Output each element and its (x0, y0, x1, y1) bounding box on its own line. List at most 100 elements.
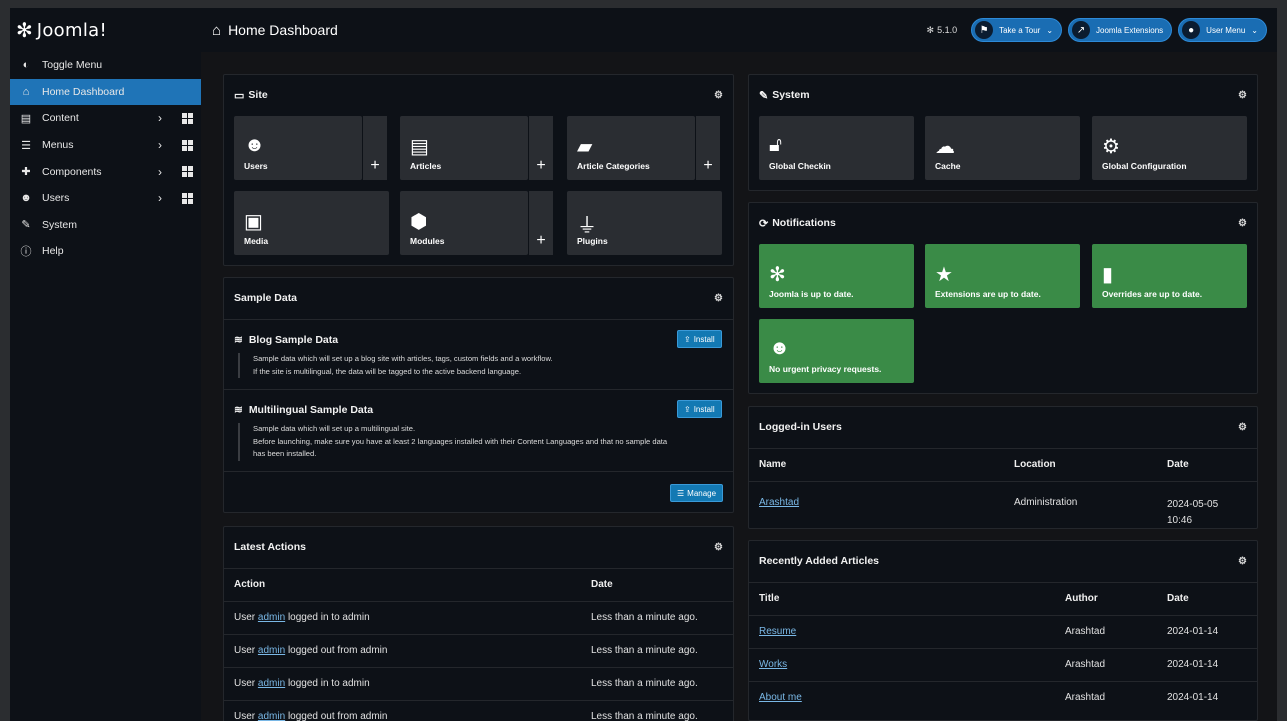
gear-icon[interactable]: ⚙ (1238, 556, 1247, 567)
dashboard-grid-icon[interactable] (182, 192, 193, 204)
dashboard-grid-icon[interactable] (182, 166, 193, 178)
desc-line: If the site is multilingual, the data wi… (253, 366, 522, 376)
tile-modules[interactable]: ⬢ Modules (400, 191, 528, 255)
logged-in-title: Logged-in Users (759, 421, 842, 433)
toggle-icon: ◐ (22, 59, 30, 72)
user-name-link[interactable]: Arashtad (759, 497, 799, 508)
chevron-right-icon[interactable]: › (158, 111, 172, 125)
extensions-label: Joomla Extensions (1096, 25, 1164, 35)
joomla-logo[interactable]: ✻ Joomla! (10, 18, 200, 43)
tile-cache[interactable]: ☁ Cache (925, 116, 1080, 180)
add-module-button[interactable]: + (529, 191, 553, 255)
article-author: Arashtad (1065, 626, 1106, 637)
sidebar-item-toggle-menu[interactable]: ◐ Toggle Menu (10, 52, 201, 79)
sidebar-item-home-dashboard[interactable]: ⌂ Home Dashboard (10, 78, 201, 106)
article-date: 2024-01-14 (1167, 626, 1219, 637)
users-icon: ☻ (244, 134, 266, 156)
user-link[interactable]: admin (258, 711, 285, 721)
sidebar: ◐ Toggle Menu ⌂ Home Dashboard ▤ Content… (10, 52, 201, 721)
tile-global-checkin[interactable]: 🔓︎ Global Checkin (759, 116, 914, 180)
tile-media[interactable]: ▣ Media (234, 191, 389, 255)
sample-data-header: Sample Data ⚙ (224, 278, 733, 318)
sidebar-item-users[interactable]: ☻ Users › (10, 185, 201, 212)
article-link[interactable]: Resume (759, 626, 796, 637)
sample-item-multilingual: ≋ Multilingual Sample Data ⇪ Install Sam… (224, 389, 733, 471)
add-article-button[interactable]: + (529, 116, 553, 180)
window-frame-top (0, 0, 1287, 8)
sample-item-description: Sample data which will set up a multilin… (238, 423, 718, 461)
tile-label: Users (244, 161, 268, 171)
image-icon: ▣ (244, 211, 263, 233)
table-header: Name Location Date (749, 448, 1257, 481)
sidebar-item-system[interactable]: ✎ System (10, 212, 201, 239)
users-icon: ☻ (20, 192, 32, 205)
gear-icon[interactable]: ⚙ (1238, 422, 1247, 433)
add-user-button[interactable]: + (363, 116, 387, 180)
notifications-panel: ⟳ Notifications ⚙ ✻ Joomla is up to date… (748, 202, 1258, 394)
recent-articles-panel: Recently Added Articles ⚙ Title Author D… (748, 540, 1258, 721)
desktop-icon: ▭ (234, 89, 245, 102)
user-link[interactable]: admin (258, 645, 285, 656)
joomla-extensions-button[interactable]: ↗ Joomla Extensions (1068, 18, 1173, 42)
action-date: Less than a minute ago. (591, 711, 698, 721)
dashboard-grid-icon[interactable] (182, 139, 193, 151)
tile-label: Global Configuration (1102, 161, 1187, 171)
tile-articles[interactable]: ▤ Articles (400, 116, 528, 180)
sidebar-item-help[interactable]: ⓘ Help (10, 238, 201, 265)
user-menu-label: User Menu (1206, 25, 1246, 35)
page-scrollbar[interactable] (1277, 52, 1287, 721)
chevron-right-icon[interactable]: › (158, 165, 172, 179)
sample-item-blog: ≋ Blog Sample Data ⇪ Install Sample data… (224, 319, 733, 389)
notification-extensions-updated[interactable]: ★ Extensions are up to date. (925, 244, 1080, 308)
header-actions: ✻ 5.1.0 ⚑ Take a Tour ⌄ ↗ Joomla Extensi… (927, 18, 1277, 42)
sidebar-item-components[interactable]: ✚ Components › (10, 158, 201, 185)
notification-joomla-updated[interactable]: ✻ Joomla is up to date. (759, 244, 914, 308)
add-category-button[interactable]: + (696, 116, 720, 180)
chevron-right-icon[interactable]: › (158, 191, 172, 205)
star-icon: ★ (935, 264, 953, 286)
tile-label: Articles (410, 161, 442, 171)
notification-privacy-requests[interactable]: ☻ No urgent privacy requests. (759, 319, 914, 383)
gear-icon[interactable]: ⚙ (714, 542, 723, 553)
sample-item-title: ≋ Blog Sample Data (234, 334, 338, 346)
table-row: User admin logged out from admin Less th… (224, 700, 733, 721)
take-tour-button[interactable]: ⚑ Take a Tour ⌄ (971, 18, 1063, 42)
gear-icon[interactable]: ⚙ (714, 293, 723, 304)
tile-label: No urgent privacy requests. (769, 364, 882, 374)
tile-global-configuration[interactable]: ⚙ Global Configuration (1092, 116, 1247, 180)
user-link[interactable]: admin (258, 612, 285, 623)
site-title: Site (248, 89, 268, 101)
sidebar-item-content[interactable]: ▤ Content › (10, 105, 201, 132)
sample-item-description: Sample data which will set up a blog sit… (238, 353, 718, 378)
main-content: ▭ Site ⚙ ☻ Users + ▤ Articles + ▰ Articl… (201, 52, 1277, 721)
article-link[interactable]: Works (759, 659, 787, 670)
manage-button[interactable]: ☰ Manage (670, 484, 724, 502)
user-menu-button[interactable]: ● User Menu ⌄ (1178, 18, 1267, 42)
chevron-right-icon[interactable]: › (158, 138, 172, 152)
cloud-icon: ☁ (935, 136, 955, 158)
user-link[interactable]: admin (258, 678, 285, 689)
tile-users[interactable]: ☻ Users (234, 116, 362, 180)
page-title: Home Dashboard (228, 22, 338, 38)
notification-overrides-updated[interactable]: ▮ Overrides are up to date. (1092, 244, 1247, 308)
column-header: Title (759, 593, 780, 604)
sample-data-footer: ☰ Manage (224, 471, 733, 513)
gear-icon[interactable]: ⚙ (1238, 90, 1247, 101)
install-blog-button[interactable]: ⇪ Install (677, 330, 722, 348)
gear-icon[interactable]: ⚙ (714, 90, 723, 101)
site-header: ▭ Site ⚙ (224, 75, 733, 115)
system-header: ✎ System ⚙ (749, 75, 1257, 115)
sample-item-name: Blog Sample Data (248, 334, 339, 346)
dashboard-grid-icon[interactable] (182, 112, 193, 124)
tile-article-categories[interactable]: ▰ Article Categories (567, 116, 695, 180)
article-link[interactable]: About me (759, 692, 802, 703)
tile-plugins[interactable]: ⏚ Plugins (567, 191, 722, 255)
home-icon: ⌂ (22, 85, 30, 98)
table-row: About me Arashtad 2024-01-14 (749, 681, 1257, 714)
tile-label: Global Checkin (769, 161, 831, 171)
install-multilingual-button[interactable]: ⇪ Install (677, 400, 722, 418)
gear-icon[interactable]: ⚙ (1238, 218, 1247, 229)
sidebar-item-menus[interactable]: ☰ Menus › (10, 132, 201, 159)
desc-line: Sample data which will set up a multilin… (253, 424, 416, 433)
article-author: Arashtad (1065, 692, 1106, 703)
